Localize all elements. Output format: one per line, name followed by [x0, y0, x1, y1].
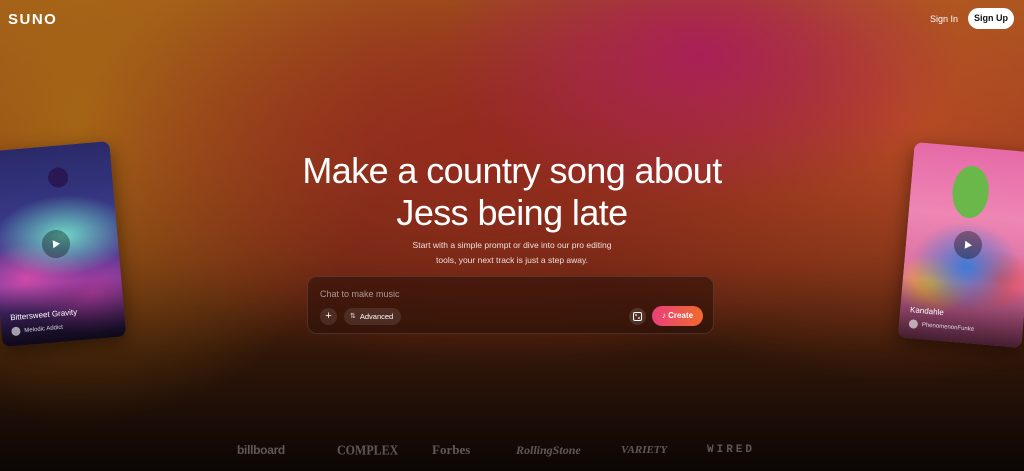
- hero-title: Make a country song about Jess being lat…: [212, 150, 812, 234]
- hero-title-line-1: Make a country song about: [302, 150, 722, 191]
- create-button[interactable]: ♪ Create: [652, 306, 703, 326]
- dice-icon: [633, 312, 642, 321]
- play-icon[interactable]: [952, 229, 984, 261]
- add-button[interactable]: +: [320, 308, 337, 325]
- create-label: Create: [668, 311, 694, 320]
- prompt-input[interactable]: [320, 287, 700, 301]
- advanced-button[interactable]: ⇅ Advanced: [344, 308, 402, 325]
- press-logo-wired: WIRED: [707, 444, 756, 456]
- sign-up-button[interactable]: Sign Up: [968, 8, 1014, 29]
- press-logo-variety: VARIETY: [621, 444, 668, 456]
- press-logo-rollingstone: RollingStone: [516, 443, 581, 457]
- hero-subtitle: Start with a simple prompt or dive into …: [372, 238, 652, 268]
- sliders-icon: ⇅: [350, 313, 356, 320]
- press-logo-forbes: Forbes: [432, 442, 471, 457]
- advanced-label: Advanced: [359, 312, 394, 321]
- press-logo-complex: COMPLEX: [337, 442, 399, 458]
- featured-song-card-left[interactable]: Bittersweet Gravity Melodic Addict: [0, 140, 127, 348]
- press-logo-billboard: billboard: [237, 443, 285, 457]
- artist-avatar: [908, 319, 919, 329]
- sign-in-button[interactable]: Sign In: [922, 9, 966, 29]
- hero-subtitle-line-2: tools, your next track is just a step aw…: [436, 255, 588, 265]
- hero-title-line-2: Jess being late: [396, 192, 628, 233]
- play-icon[interactable]: [40, 228, 72, 260]
- card-artist-name: Melodic Addict: [24, 324, 64, 334]
- prompt-box: + ⇅ Advanced ♪ Create: [307, 276, 714, 334]
- suno-logo[interactable]: SUNO: [8, 11, 57, 28]
- artist-avatar: [11, 326, 21, 337]
- hero-subtitle-line-1: Start with a simple prompt or dive into …: [412, 240, 612, 250]
- featured-song-card-right[interactable]: Kandahle PhenomenonFunke: [897, 141, 1024, 349]
- inspiration-button[interactable]: [629, 308, 646, 325]
